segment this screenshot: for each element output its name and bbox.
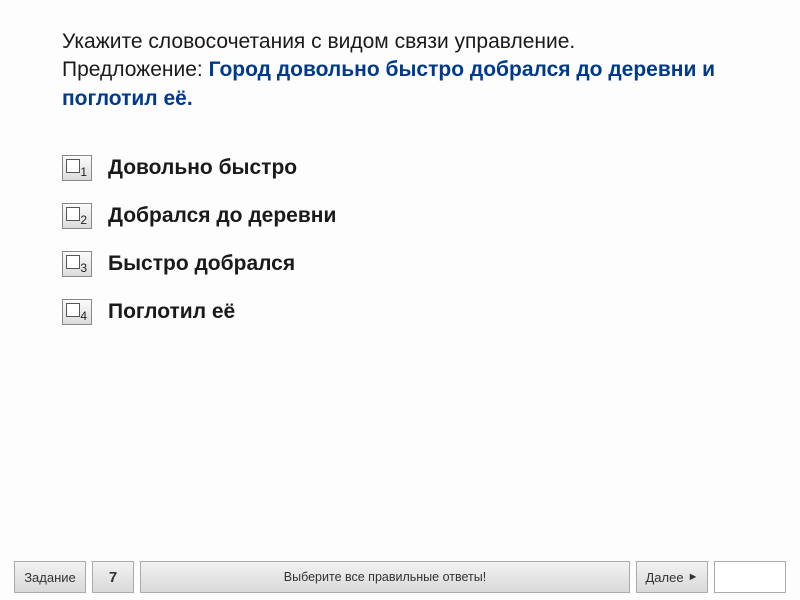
- checkbox-icon: [66, 207, 80, 221]
- option-row: 3 Быстро добрался: [62, 251, 750, 277]
- option-button-1[interactable]: 1: [62, 155, 92, 181]
- checkbox-icon: [66, 159, 80, 173]
- option-row: 4 Поглотил её: [62, 299, 750, 325]
- question-text: Укажите словосочетания с видом связи упр…: [62, 28, 750, 113]
- checkbox-icon: [66, 303, 80, 317]
- sentence-label: Предложение:: [62, 58, 209, 81]
- task-label: Задание: [14, 561, 86, 593]
- option-label: Добрался до деревни: [108, 204, 336, 228]
- next-button[interactable]: Далее ►: [636, 561, 708, 593]
- arrow-right-icon: ►: [688, 571, 699, 583]
- footer-bar: Задание 7 Выберите все правильные ответы…: [0, 561, 800, 593]
- next-label: Далее: [646, 570, 684, 585]
- option-number: 3: [80, 261, 87, 275]
- option-number: 2: [80, 213, 87, 227]
- checkbox-icon: [66, 255, 80, 269]
- blank-panel: [714, 561, 786, 593]
- option-button-4[interactable]: 4: [62, 299, 92, 325]
- option-number: 1: [80, 165, 87, 179]
- hint-text: Выберите все правильные ответы!: [140, 561, 630, 593]
- option-label: Довольно быстро: [108, 156, 297, 180]
- question-area: Укажите словосочетания с видом связи упр…: [0, 0, 800, 325]
- task-number: 7: [92, 561, 134, 593]
- option-label: Поглотил её: [108, 300, 235, 324]
- option-button-2[interactable]: 2: [62, 203, 92, 229]
- option-label: Быстро добрался: [108, 252, 295, 276]
- option-button-3[interactable]: 3: [62, 251, 92, 277]
- options-list: 1 Довольно быстро 2 Добрался до деревни …: [62, 155, 750, 325]
- option-row: 2 Добрался до деревни: [62, 203, 750, 229]
- option-number: 4: [80, 309, 87, 323]
- question-prompt: Укажите словосочетания с видом связи упр…: [62, 30, 575, 53]
- option-row: 1 Довольно быстро: [62, 155, 750, 181]
